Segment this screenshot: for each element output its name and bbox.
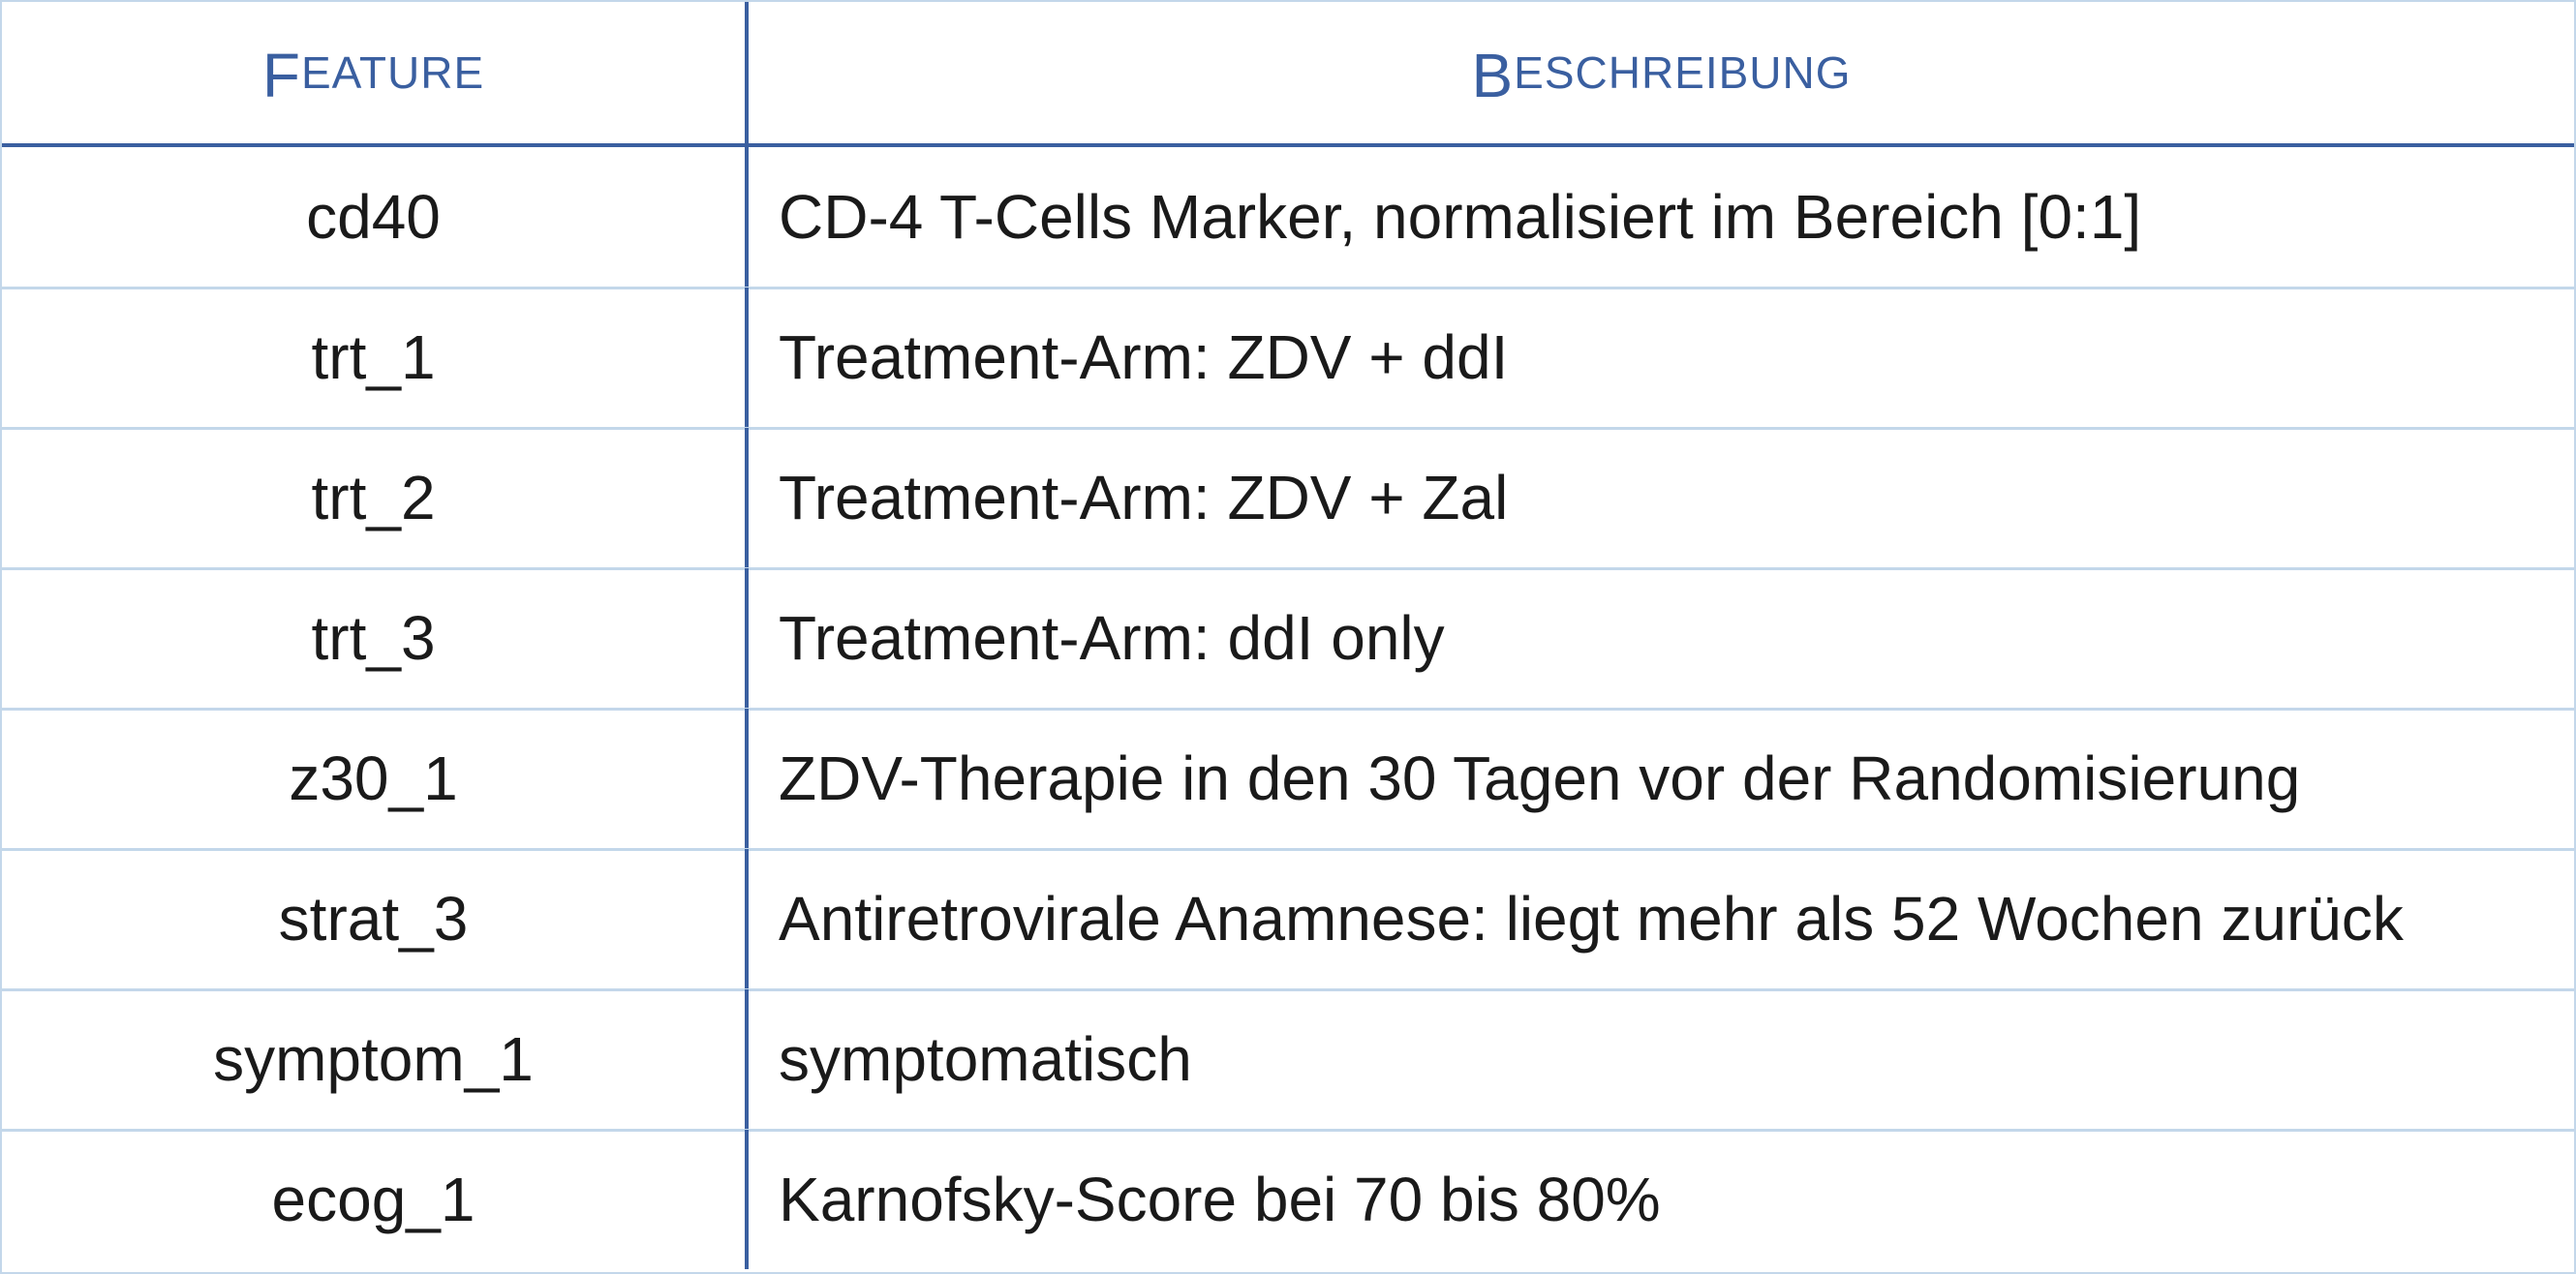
feature-cell: cd40 (2, 147, 749, 287)
table-row: z30_1 ZDV-Therapie in den 30 Tagen vor d… (2, 709, 2574, 851)
feature-cell: trt_2 (2, 428, 749, 567)
description-cell: Treatment-Arm: ddI only (779, 603, 1445, 673)
description-cell: CD-4 T-Cells Marker, normalisiert im Ber… (779, 182, 2142, 252)
table-row: cd40 CD-4 T-Cells Marker, normalisiert i… (2, 147, 2574, 289)
header-beschreibung: Beschreibung (749, 2, 2574, 143)
header-feature-rest: eature (300, 47, 485, 98)
description-cell: Karnofsky-Score bei 70 bis 80% (779, 1165, 1661, 1234)
description-cell: Antiretrovirale Anamnese: liegt mehr als… (779, 884, 2404, 954)
description-cell: ZDV-Therapie in den 30 Tagen vor der Ran… (779, 743, 2301, 813)
description-cell: Treatment-Arm: ZDV + Zal (779, 463, 1509, 532)
feature-cell: z30_1 (2, 709, 749, 848)
feature-cell: symptom_1 (2, 989, 749, 1129)
feature-cell: trt_3 (2, 568, 749, 708)
table-row: ecog_1 Karnofsky-Score bei 70 bis 80% (2, 1130, 2574, 1269)
header-beschreibung-rest: eschreibung (1514, 47, 1852, 98)
table-row: trt_2 Treatment-Arm: ZDV + Zal (2, 428, 2574, 570)
table-header-row: Feature Beschreibung (2, 2, 2574, 147)
header-feature: Feature (2, 2, 749, 143)
header-beschreibung-initial: B (1471, 41, 1515, 110)
table-row: symptom_1 symptomatisch (2, 989, 2574, 1132)
description-cell: Treatment-Arm: ZDV + ddI (779, 322, 1509, 392)
table-row: trt_1 Treatment-Arm: ZDV + ddI (2, 288, 2574, 430)
feature-cell: trt_1 (2, 288, 749, 427)
feature-table: Feature Beschreibung cd40 CD-4 T-Cells M… (0, 0, 2576, 1274)
description-cell: symptomatisch (779, 1024, 1192, 1094)
table-row: trt_3 Treatment-Arm: ddI only (2, 568, 2574, 711)
feature-cell: strat_3 (2, 849, 749, 988)
feature-cell: ecog_1 (2, 1130, 749, 1269)
header-feature-initial: F (261, 41, 301, 110)
table-row: strat_3 Antiretrovirale Anamnese: liegt … (2, 849, 2574, 991)
